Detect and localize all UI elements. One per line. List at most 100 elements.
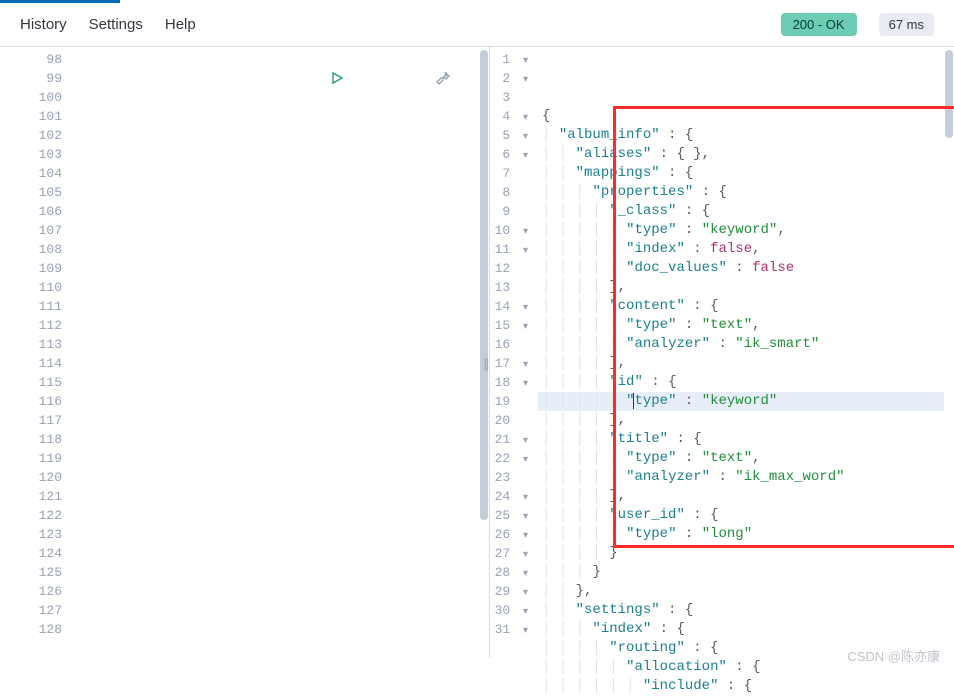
line-number: 13 xyxy=(490,278,528,297)
code-line[interactable] xyxy=(72,183,479,202)
code-line[interactable] xyxy=(72,221,479,240)
code-line[interactable]: │ │ │ │ "content" : { xyxy=(538,297,944,316)
line-number: 19 xyxy=(490,392,528,411)
code-line[interactable]: │ │ │ │ │ "analyzer" : "ik_smart" xyxy=(538,335,944,354)
code-line[interactable]: │ │ │ │ }, xyxy=(538,411,944,430)
watermark: CSDN @陈亦康 xyxy=(847,646,940,665)
code-line[interactable] xyxy=(72,620,479,639)
line-number: 27 ▾ xyxy=(490,544,528,563)
code-line[interactable] xyxy=(72,259,479,278)
code-line[interactable]: │ │ │ │ }, xyxy=(538,487,944,506)
code-line[interactable]: │ │ }, xyxy=(538,582,944,601)
request-pane: 9899100101102103104105106107108109110111… xyxy=(0,47,490,658)
line-number: 121 xyxy=(0,487,62,506)
help-link[interactable]: Help xyxy=(165,16,196,33)
code-line[interactable]: │ │ "settings" : { xyxy=(538,601,944,620)
code-line[interactable]: │ │ │ │ │ "analyzer" : "ik_max_word" xyxy=(538,468,944,487)
code-line[interactable] xyxy=(72,525,479,544)
response-time-badge: 67 ms xyxy=(879,13,934,36)
code-line[interactable] xyxy=(72,373,479,392)
code-line[interactable] xyxy=(72,639,479,658)
code-line[interactable] xyxy=(72,601,479,620)
code-line[interactable] xyxy=(72,354,479,373)
code-line[interactable]: │ │ │ │ "user_id" : { xyxy=(538,506,944,525)
code-line[interactable] xyxy=(72,468,479,487)
code-line[interactable] xyxy=(72,278,479,297)
code-line[interactable] xyxy=(72,126,479,145)
line-number: 122 xyxy=(0,506,62,525)
code-line[interactable]: │ │ │ │ }, xyxy=(538,278,944,297)
code-line[interactable] xyxy=(72,506,479,525)
line-number: 108 xyxy=(0,240,62,259)
code-line[interactable]: │ │ │ │ │ "doc_values" : false xyxy=(538,259,944,278)
line-number: 8 xyxy=(490,183,528,202)
code-line[interactable]: │ │ │ │ "id" : { xyxy=(538,373,944,392)
code-line[interactable] xyxy=(72,449,479,468)
line-number: 11 ▾ xyxy=(490,240,528,259)
code-line[interactable] xyxy=(72,202,479,221)
settings-link[interactable]: Settings xyxy=(89,16,143,33)
left-scroll-thumb[interactable] xyxy=(480,50,488,520)
code-line[interactable]: { xyxy=(538,107,944,126)
line-number: 31 ▾ xyxy=(490,620,528,639)
code-line[interactable]: │ │ │ │ } xyxy=(538,544,944,563)
code-line[interactable] xyxy=(72,563,479,582)
code-line[interactable] xyxy=(72,145,479,164)
wrench-icon[interactable] xyxy=(351,51,451,112)
code-line[interactable]: │ │ │ │ │ "type" : "text", xyxy=(538,316,944,335)
play-icon[interactable] xyxy=(245,51,345,112)
code-line[interactable]: │ │ │ │ │ │ "include" : { xyxy=(538,677,944,696)
code-line[interactable] xyxy=(72,335,479,354)
line-number: 4 ▾ xyxy=(490,107,528,126)
response-viewer[interactable]: {│ "album_info" : {│ │ "aliases" : { },│… xyxy=(538,47,944,658)
line-number: 15 ▾ xyxy=(490,316,528,335)
code-line[interactable] xyxy=(72,430,479,449)
code-line[interactable] xyxy=(72,164,479,183)
code-line[interactable]: │ │ │ │ │ "type" : "keyword" xyxy=(538,392,944,411)
line-number: 115 xyxy=(0,373,62,392)
code-line[interactable]: │ │ │ } xyxy=(538,563,944,582)
code-line[interactable]: │ │ │ │ │ "type" : "keyword", xyxy=(538,221,944,240)
history-link[interactable]: History xyxy=(20,16,67,33)
code-line[interactable]: │ │ │ │ }, xyxy=(538,354,944,373)
line-number: 127 xyxy=(0,601,62,620)
line-number: 16 xyxy=(490,335,528,354)
code-line[interactable] xyxy=(72,297,479,316)
right-scrollbar[interactable] xyxy=(944,47,954,658)
code-line[interactable]: │ │ │ "index" : { xyxy=(538,620,944,639)
pane-resize-handle[interactable]: ∥ xyxy=(483,355,497,371)
line-number: 118 xyxy=(0,430,62,449)
code-line[interactable]: │ │ │ │ "title" : { xyxy=(538,430,944,449)
line-number: 28 ▾ xyxy=(490,563,528,582)
request-editor[interactable] xyxy=(72,47,479,658)
code-line[interactable]: │ │ │ │ │ "type" : "long" xyxy=(538,525,944,544)
editor-panes: 9899100101102103104105106107108109110111… xyxy=(0,47,954,658)
code-line[interactable] xyxy=(72,240,479,259)
code-line[interactable] xyxy=(72,658,479,677)
code-line[interactable]: │ │ │ │ "_class" : { xyxy=(538,202,944,221)
line-number: 104 xyxy=(0,164,62,183)
code-line[interactable]: │ │ │ │ │ "index" : false, xyxy=(538,240,944,259)
line-number: 12 xyxy=(490,259,528,278)
line-number: 107 xyxy=(0,221,62,240)
toolbar: History Settings Help 200 - OK 67 ms xyxy=(0,3,954,47)
code-line[interactable]: │ "album_info" : { xyxy=(538,126,944,145)
code-line[interactable] xyxy=(72,544,479,563)
code-line[interactable]: │ │ │ │ │ "type" : "text", xyxy=(538,449,944,468)
code-line[interactable]: │ │ "aliases" : { }, xyxy=(538,145,944,164)
line-number: 10 ▾ xyxy=(490,221,528,240)
left-scrollbar[interactable] xyxy=(479,47,489,658)
code-line[interactable]: │ │ │ "properties" : { xyxy=(538,183,944,202)
line-number: 7 xyxy=(490,164,528,183)
code-line[interactable] xyxy=(72,316,479,335)
code-line[interactable] xyxy=(72,487,479,506)
right-scroll-thumb[interactable] xyxy=(945,50,953,138)
line-number: 109 xyxy=(0,259,62,278)
code-line[interactable] xyxy=(72,677,479,696)
right-line-gutter: 1 ▾2 ▾3 4 ▾5 ▾6 ▾7 8 9 10 ▾11 ▾12 13 14 … xyxy=(490,47,538,658)
line-number: 113 xyxy=(0,335,62,354)
code-line[interactable]: │ │ "mappings" : { xyxy=(538,164,944,183)
code-line[interactable] xyxy=(72,411,479,430)
code-line[interactable] xyxy=(72,392,479,411)
code-line[interactable] xyxy=(72,582,479,601)
